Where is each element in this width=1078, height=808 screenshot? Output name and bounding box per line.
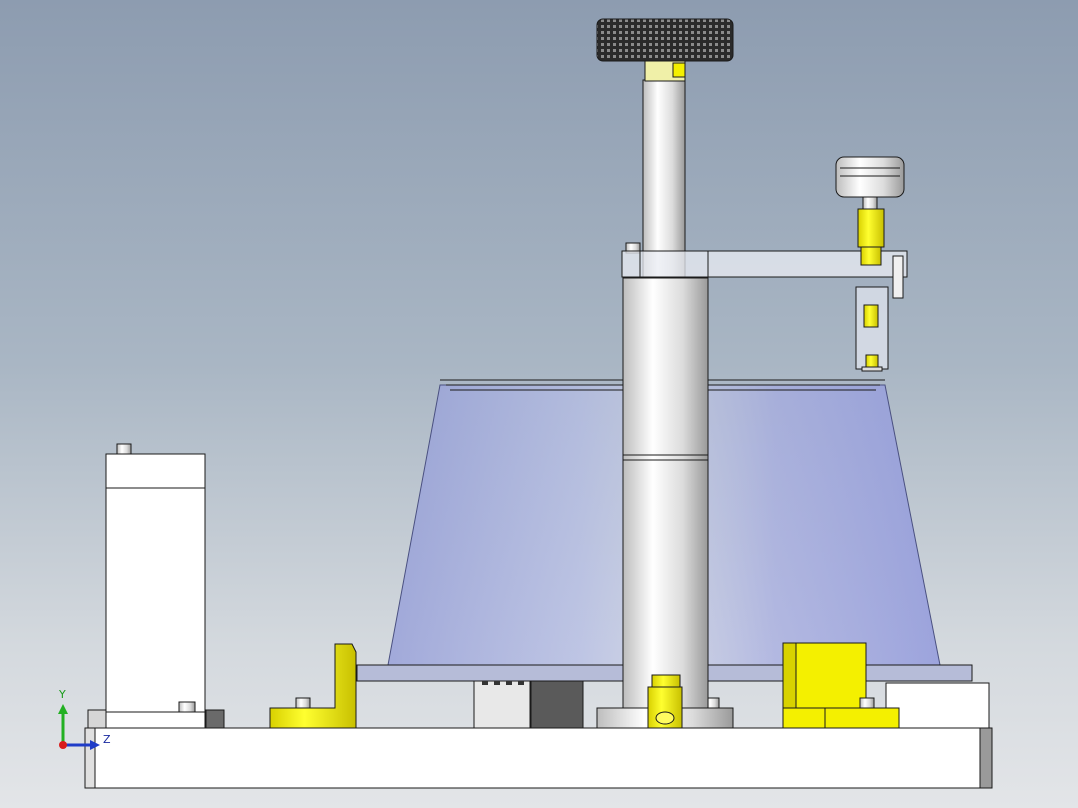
- model-view[interactable]: [0, 0, 1078, 808]
- left-block[interactable]: [87, 443, 225, 729]
- base-plate[interactable]: [84, 727, 993, 789]
- knurled-knob[interactable]: [596, 18, 734, 82]
- axis-y-label: Y: [59, 688, 66, 701]
- axis-z-label: Z: [103, 733, 111, 746]
- x-axis-origin: [59, 741, 67, 749]
- left-yellow-bracket[interactable]: [269, 643, 357, 729]
- center-yellow-post[interactable]: [647, 674, 683, 729]
- cad-graphics-viewport[interactable]: Y Z: [0, 0, 1078, 808]
